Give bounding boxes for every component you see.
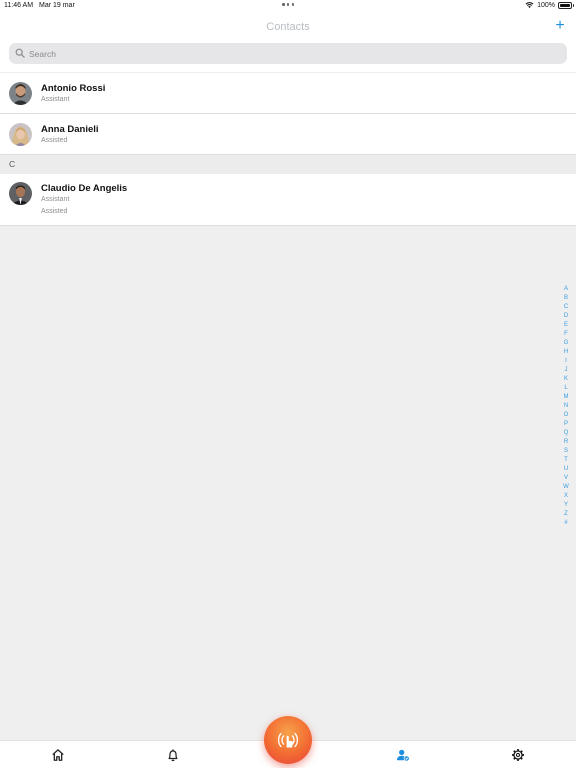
page-title: Contacts	[266, 21, 310, 33]
panic-button-icon	[277, 732, 299, 748]
battery-fill	[560, 3, 570, 7]
alpha-index-letter[interactable]: T	[564, 456, 568, 465]
alpha-index-letter[interactable]: Y	[564, 501, 568, 510]
alpha-index-letter[interactable]: B	[564, 294, 568, 303]
avatar-woman-blonde	[9, 123, 32, 146]
nav-bar: Contacts +	[0, 12, 576, 40]
alpha-index-letter[interactable]: S	[564, 447, 568, 456]
bell-icon[interactable]	[166, 748, 180, 762]
alpha-index-letter[interactable]: X	[564, 492, 568, 501]
alpha-index-letter[interactable]: E	[564, 321, 568, 330]
alpha-index-letter[interactable]: W	[563, 483, 569, 492]
contact-role: Assistant	[41, 196, 70, 203]
multitasking-dots-icon[interactable]	[282, 3, 294, 6]
contact-name: Claudio De Angelis	[41, 183, 128, 194]
section-header: C	[0, 155, 576, 174]
contact-row-antonio-rossi[interactable]: Antonio Rossi Assistant	[0, 73, 576, 114]
contact-role: Assistant	[41, 96, 70, 103]
alpha-index-letter[interactable]: A	[564, 285, 568, 294]
alpha-index-letter[interactable]: F	[564, 330, 568, 339]
wifi-icon	[525, 2, 534, 8]
alpha-index-letter[interactable]: V	[564, 474, 568, 483]
alpha-index-letter[interactable]: Z	[564, 510, 568, 519]
status-right: 100%	[525, 1, 574, 9]
contacts-icon[interactable]	[396, 748, 410, 762]
contact-name: Antonio Rossi	[41, 83, 106, 94]
contact-name: Anna Danieli	[41, 124, 99, 135]
add-contact-button[interactable]: +	[552, 17, 568, 35]
status-date: Mar 19 mar	[39, 2, 75, 9]
avatar	[9, 123, 32, 146]
gear-icon[interactable]	[511, 748, 525, 762]
contact-row-claudio-de-angelis[interactable]: Claudio De Angelis Assistant Assisted	[0, 174, 576, 226]
search-area	[0, 40, 576, 72]
avatar	[9, 82, 32, 105]
alpha-index-letter[interactable]: J	[565, 366, 568, 375]
alpha-index-letter[interactable]: D	[564, 312, 568, 321]
alpha-index-letter[interactable]: R	[564, 438, 568, 447]
search-input[interactable]	[29, 43, 549, 64]
search-box[interactable]	[9, 43, 567, 64]
status-bar: 11:46 AM Mar 19 mar 100%	[0, 0, 576, 12]
status-time: 11:46 AM	[4, 2, 34, 9]
battery-icon	[558, 1, 574, 9]
avatar-man-suit	[9, 182, 32, 205]
alphabet-index[interactable]: A B C D E F G H I J K L M N O P Q R S T U V W X Y Z #	[562, 285, 570, 528]
alpha-index-letter[interactable]: #	[564, 519, 567, 528]
search-icon	[15, 48, 25, 58]
alpha-index-letter[interactable]: C	[564, 303, 568, 312]
alpha-index-letter[interactable]: H	[564, 348, 568, 357]
alpha-index-letter[interactable]: P	[564, 420, 568, 429]
contact-row-anna-danieli[interactable]: Anna Danieli Assisted	[0, 114, 576, 155]
alpha-index-letter[interactable]: O	[564, 411, 569, 420]
alpha-index-letter[interactable]: I	[565, 357, 567, 366]
alpha-index-letter[interactable]: K	[564, 375, 568, 384]
contact-role-secondary: Assisted	[41, 208, 68, 215]
contact-role: Assisted	[41, 137, 68, 144]
battery-percent: 100%	[537, 1, 555, 9]
alpha-index-letter[interactable]: N	[564, 402, 568, 411]
avatar	[9, 182, 32, 205]
home-icon[interactable]	[51, 748, 65, 762]
alpha-index-letter[interactable]: U	[564, 465, 568, 474]
alpha-index-letter[interactable]: G	[564, 339, 569, 348]
alpha-index-letter[interactable]: L	[564, 384, 567, 393]
panic-button[interactable]	[264, 716, 312, 764]
contact-list: Antonio Rossi Assistant Anna Danieli Ass…	[0, 73, 576, 226]
avatar-man-beard	[9, 82, 32, 105]
alpha-index-letter[interactable]: M	[564, 393, 569, 402]
alpha-index-letter[interactable]: Q	[564, 429, 569, 438]
